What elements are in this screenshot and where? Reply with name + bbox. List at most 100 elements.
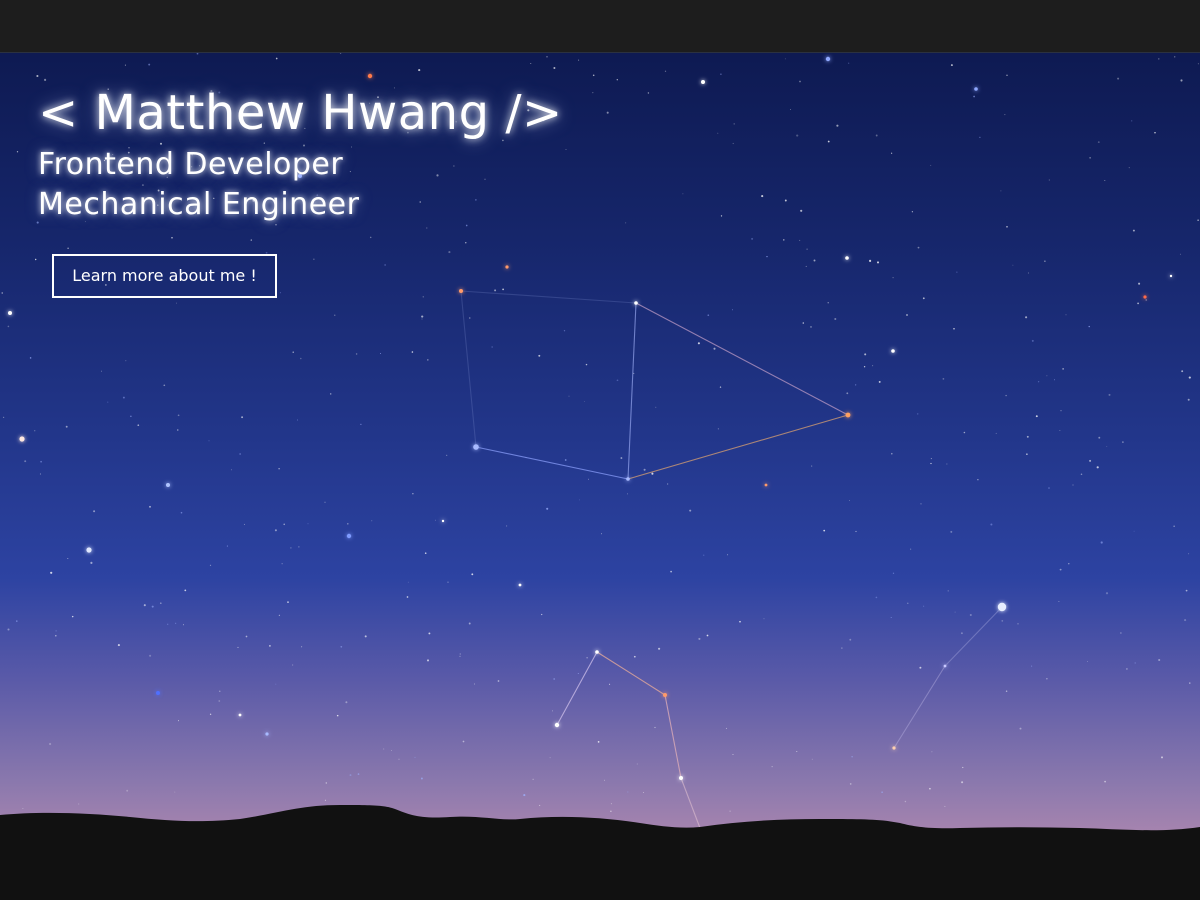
faint-star [616, 79, 618, 81]
faint-star [380, 353, 381, 354]
bright-star [518, 583, 522, 587]
faint-star [766, 255, 768, 258]
faint-star [1134, 662, 1136, 664]
faint-star [717, 132, 719, 134]
faint-star [292, 664, 294, 666]
faint-star [960, 632, 963, 635]
faint-star [426, 659, 430, 662]
faint-star [532, 778, 534, 780]
faint-star [290, 547, 292, 549]
learn-more-button[interactable]: Learn more about me ! [52, 254, 277, 298]
faint-star [471, 573, 474, 576]
faint-star [324, 501, 326, 503]
faint-star [421, 318, 423, 320]
faint-star [1080, 473, 1083, 475]
faint-star [836, 124, 839, 127]
faint-star [7, 628, 10, 631]
faint-star [183, 624, 184, 626]
bright-star [679, 776, 683, 780]
faint-star [126, 789, 129, 792]
faint-star [1184, 619, 1187, 622]
faint-star [208, 440, 210, 442]
faint-star [36, 74, 39, 78]
faint-star [1000, 190, 1002, 192]
faint-star [651, 472, 654, 475]
faint-star [564, 459, 567, 461]
faint-star [588, 478, 589, 480]
faint-star [360, 423, 362, 426]
faint-star [538, 354, 541, 357]
faint-star [523, 794, 526, 797]
faint-star [339, 53, 342, 54]
bright-star [764, 483, 768, 487]
faint-star [811, 465, 813, 467]
faint-star [349, 774, 352, 777]
faint-star [428, 632, 431, 635]
faint-star [664, 70, 667, 72]
faint-star [627, 493, 628, 495]
faint-star [633, 655, 636, 658]
faint-star [956, 271, 958, 273]
faint-star [1005, 690, 1008, 692]
constellation-lines [460, 290, 1003, 829]
faint-star [606, 111, 609, 114]
faint-star [219, 690, 221, 692]
faint-star [329, 393, 332, 395]
faint-star [667, 483, 669, 485]
faint-star [1037, 381, 1040, 383]
faint-star [420, 777, 423, 780]
bright-star [346, 533, 352, 539]
faint-star [698, 637, 701, 640]
faint-star [1106, 446, 1108, 448]
faint-star [810, 326, 812, 328]
faint-star [1031, 339, 1034, 342]
faint-star [609, 683, 611, 685]
faint-star [1161, 756, 1163, 759]
faint-star [1098, 436, 1101, 439]
faint-star [553, 678, 556, 680]
bright-star [19, 436, 25, 442]
faint-star [494, 289, 497, 292]
faint-star [841, 647, 843, 649]
faint-star [947, 590, 949, 592]
faint-star [1189, 682, 1191, 684]
bright-star [367, 73, 373, 79]
faint-star [29, 357, 32, 359]
faint-star [391, 750, 392, 751]
faint-star [22, 808, 24, 809]
faint-star [855, 384, 857, 386]
faint-star [325, 782, 328, 784]
faint-star [1004, 114, 1006, 116]
faint-star [1001, 620, 1004, 622]
faint-star [546, 55, 548, 58]
faint-star [1072, 484, 1074, 486]
faint-star [209, 564, 212, 566]
faint-star [1089, 157, 1091, 159]
faint-star [90, 561, 93, 564]
bright-star [663, 693, 667, 697]
faint-star [313, 258, 315, 260]
constellation-line [944, 606, 1003, 667]
faint-star [954, 611, 956, 613]
faint-star [834, 317, 837, 321]
faint-star [783, 239, 785, 241]
faint-star [230, 469, 232, 471]
faint-star [950, 530, 953, 533]
faint-star [125, 360, 127, 362]
top-navigation-bar [0, 0, 1200, 53]
faint-star [1158, 58, 1160, 60]
faint-star [355, 353, 358, 355]
faint-star [307, 523, 309, 525]
faint-star [891, 152, 893, 154]
faint-star [184, 589, 187, 592]
faint-star [892, 276, 894, 279]
faint-star [670, 570, 672, 573]
faint-star [292, 351, 294, 353]
faint-star [916, 413, 919, 415]
faint-star [553, 67, 556, 69]
faint-star [953, 327, 955, 330]
faint-star [876, 261, 880, 264]
faint-star [124, 64, 126, 66]
faint-star [719, 386, 722, 388]
faint-star [1117, 77, 1120, 80]
